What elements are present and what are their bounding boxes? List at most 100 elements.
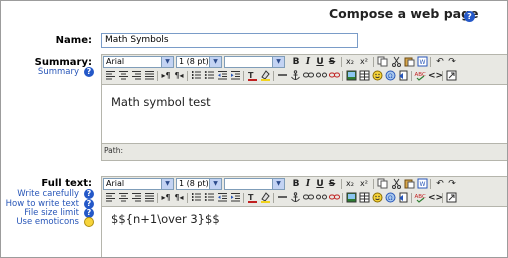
paste-icon[interactable] [403,178,415,190]
insert-image-icon[interactable] [345,70,357,82]
paste-icon[interactable] [403,56,415,68]
horizontal-rule-icon[interactable] [276,192,288,204]
insert-table-icon[interactable] [358,70,370,82]
anchor-icon[interactable] [289,192,301,204]
html-source-button[interactable]: <> [428,192,443,204]
background-color-icon[interactable] [259,70,271,82]
undo-button[interactable]: ↶ [434,178,446,190]
subscript-button[interactable]: x₂ [344,178,356,190]
insert-page-icon[interactable] [397,70,409,82]
redo-button[interactable]: ↷ [446,56,458,68]
ltr-button[interactable]: ▸¶ [160,70,172,82]
summary-editor: Arial▼ 1 (8 pt)▼ ▼ B I U S x₂ x² W ↶ ↷ [101,54,507,161]
fulltext-toolbar-row-2: ▸¶ ¶◂ T Ω ABC <> [102,191,507,205]
undo-button[interactable]: ↶ [434,56,446,68]
svg-text:W: W [419,59,425,66]
special-char-icon[interactable]: Ω [384,70,396,82]
align-left-icon[interactable] [104,70,116,82]
cut-icon[interactable] [390,56,402,68]
superscript-button[interactable]: x² [358,178,370,190]
ordered-list-icon[interactable] [190,70,202,82]
align-center-icon[interactable] [117,192,129,204]
fulltext-font-size-select[interactable]: 1 (8 pt) ▼ [176,178,222,190]
emoticon-icon[interactable] [84,217,94,227]
paste-word-icon[interactable]: W [416,56,428,68]
paste-word-icon[interactable]: W [416,178,428,190]
nolink-icon[interactable] [328,70,340,82]
justify-icon[interactable] [143,192,155,204]
text-color-icon[interactable]: T [246,70,258,82]
insert-image-icon[interactable] [345,192,357,204]
svg-text:Ω: Ω [388,195,393,202]
bold-button[interactable]: B [290,56,302,68]
name-field[interactable]: Math Symbols [101,33,358,48]
redo-button[interactable]: ↷ [446,178,458,190]
spellcheck-icon[interactable]: ABC [414,192,426,204]
unlink-icon[interactable] [315,70,327,82]
superscript-button[interactable]: x² [358,56,370,68]
help-icon[interactable]: ? [464,11,475,22]
chevron-down-icon: ▼ [272,57,284,67]
unordered-list-icon[interactable] [203,192,215,204]
outdent-icon[interactable] [216,70,228,82]
summary-font-family-select[interactable]: Arial ▼ [103,56,174,68]
justify-icon[interactable] [143,70,155,82]
insert-table-icon[interactable] [358,192,370,204]
indent-icon[interactable] [229,192,241,204]
insert-page-icon[interactable] [397,192,409,204]
strikethrough-button[interactable]: S [326,178,338,190]
svg-text:Ω: Ω [388,73,393,80]
write-carefully-help-icon[interactable]: ? [84,189,94,199]
summary-editor-area[interactable]: Math symbol test [102,84,507,144]
path-label: Path: [104,146,124,155]
fulltext-font-family-select[interactable]: Arial ▼ [103,178,174,190]
unordered-list-icon[interactable] [203,70,215,82]
link-icon[interactable] [302,70,314,82]
text-color-icon[interactable]: T [246,192,258,204]
underline-button[interactable]: U [314,56,326,68]
indent-icon[interactable] [229,70,241,82]
underline-button[interactable]: U [314,178,326,190]
smiley-icon[interactable] [371,70,383,82]
fullscreen-icon[interactable] [445,192,457,204]
html-source-button[interactable]: <> [428,70,443,82]
outdent-icon[interactable] [216,192,228,204]
fulltext-format-select[interactable]: ▼ [224,178,285,190]
summary-format-select[interactable]: ▼ [224,56,285,68]
special-char-icon[interactable]: Ω [384,192,396,204]
ordered-list-icon[interactable] [190,192,202,204]
rtl-button[interactable]: ¶◂ [173,70,185,82]
fulltext-editor-area[interactable]: $${n+1\over 3}$$ [102,206,507,257]
copy-icon[interactable] [376,178,388,190]
spellcheck-icon[interactable]: ABC [414,70,426,82]
italic-button[interactable]: I [302,178,314,190]
anchor-icon[interactable] [289,70,301,82]
fullscreen-icon[interactable] [445,70,457,82]
smiley-icon[interactable] [371,192,383,204]
help-link-write-carefully[interactable]: Write carefully [17,189,79,199]
italic-button[interactable]: I [302,56,314,68]
align-left-icon[interactable] [104,192,116,204]
summary-help-icon[interactable]: ? [84,67,94,77]
horizontal-rule-icon[interactable] [276,70,288,82]
link-icon[interactable] [302,192,314,204]
help-link-emoticons[interactable]: Use emoticons [16,217,79,227]
chevron-down-icon: ▼ [161,179,173,189]
unlink-icon[interactable] [315,192,327,204]
bold-button[interactable]: B [290,178,302,190]
subscript-button[interactable]: x₂ [344,56,356,68]
copy-icon[interactable] [376,56,388,68]
align-right-icon[interactable] [130,192,142,204]
cut-icon[interactable] [390,178,402,190]
summary-help-link[interactable]: Summary [38,67,79,77]
ltr-button[interactable]: ▸¶ [160,192,172,204]
align-right-icon[interactable] [130,70,142,82]
rtl-button[interactable]: ¶◂ [173,192,185,204]
summary-font-size-select[interactable]: 1 (8 pt) ▼ [176,56,222,68]
strikethrough-button[interactable]: S [326,56,338,68]
summary-content-text: Math symbol test [111,95,211,109]
summary-toolbar-row-1: Arial ▼ 1 (8 pt) ▼ ▼ B I U S x₂ x² W ↶ ↷ [102,55,507,69]
background-color-icon[interactable] [259,192,271,204]
align-center-icon[interactable] [117,70,129,82]
nolink-icon[interactable] [328,192,340,204]
